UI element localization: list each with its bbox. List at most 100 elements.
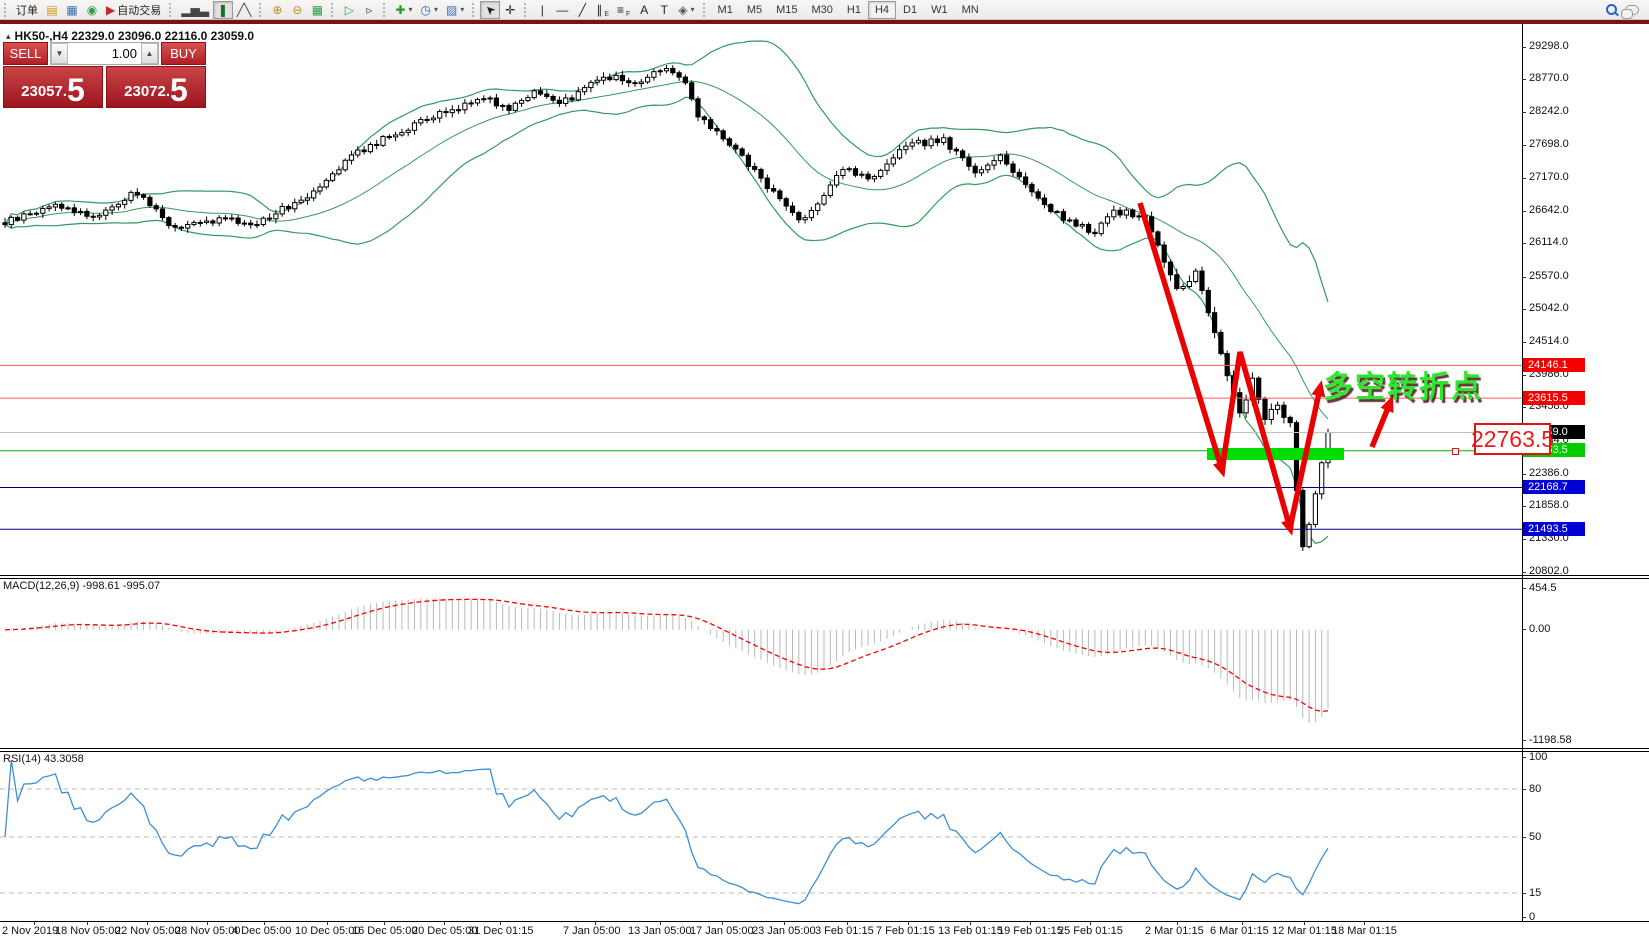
price-tick <box>1522 178 1526 179</box>
price-tick <box>1522 145 1526 146</box>
price-tick <box>1522 375 1526 376</box>
panel-divider[interactable] <box>0 748 1649 749</box>
price-axis-border <box>1522 24 1523 921</box>
time-axis-label: 13 Jan 05:00 <box>628 925 692 937</box>
time-tick <box>384 921 385 925</box>
time-tick <box>207 921 208 925</box>
time-axis-label: 7 Feb 01:15 <box>876 925 935 937</box>
price-tick-label: 20802.0 <box>1529 565 1569 577</box>
price-tick <box>1522 474 1526 475</box>
price-tick <box>1522 47 1526 48</box>
time-axis-label: 13 Feb 01:15 <box>938 925 1003 937</box>
price-tick-label: 28242.0 <box>1529 105 1569 117</box>
time-axis-label: 7 Jan 05:00 <box>563 925 621 937</box>
macd-tick <box>1522 740 1526 741</box>
buy-price[interactable]: 23072 . 5 <box>106 66 206 108</box>
time-axis-label: 18 Nov 05:00 <box>55 925 120 937</box>
volume-value[interactable]: 1.00 <box>68 43 141 64</box>
time-tick <box>970 921 971 925</box>
time-axis-label: 28 Nov 05:00 <box>175 925 240 937</box>
rsi-tick <box>1522 917 1526 918</box>
time-axis-label: 17 Jan 05:00 <box>690 925 754 937</box>
one-click-trade-widget: SELL ▼ 1.00 ▲ BUY 23057 . 5 23072 . 5 <box>3 42 206 108</box>
rsi-tick-label: 80 <box>1529 783 1541 795</box>
time-tick <box>784 921 785 925</box>
sell-price[interactable]: 23057 . 5 <box>3 66 103 108</box>
time-tick <box>500 921 501 925</box>
time-tick <box>722 921 723 925</box>
panel-divider[interactable] <box>0 751 1649 752</box>
time-axis-label: 16 Dec 05:00 <box>352 925 417 937</box>
sell-button[interactable]: SELL <box>3 42 48 65</box>
macd-tick <box>1522 588 1526 589</box>
price-tick-label: 29298.0 <box>1529 40 1569 52</box>
macd-tick <box>1522 629 1526 630</box>
macd-indicator-label: MACD(12,26,9) -998.61 -995.07 <box>3 580 160 592</box>
rsi-tick-label: 0 <box>1529 911 1535 923</box>
price-tick-label: 26642.0 <box>1529 204 1569 216</box>
price-tick <box>1522 506 1526 507</box>
price-tick-label: 21858.0 <box>1529 499 1569 511</box>
price-tick-label: 22386.0 <box>1529 467 1569 479</box>
time-tick <box>147 921 148 925</box>
price-level-box-anchor[interactable] <box>1452 448 1459 455</box>
rsi-indicator-label: RSI(14) 43.3058 <box>3 753 84 765</box>
volume-increase-button[interactable]: ▲ <box>141 43 158 64</box>
time-tick <box>1177 921 1178 925</box>
price-tick-label: 27170.0 <box>1529 171 1569 183</box>
sell-price-pip: 5 <box>67 75 85 105</box>
time-tick <box>660 921 661 925</box>
macd-tick-label: 0.00 <box>1529 623 1550 635</box>
chart-title-text: HK50-,H4 22329.0 23096.0 22116.0 23059.0 <box>15 29 255 43</box>
buy-price-main: 23072 <box>124 79 166 105</box>
time-tick <box>1304 921 1305 925</box>
time-tick <box>908 921 909 925</box>
volume-decrease-button[interactable]: ▼ <box>51 43 68 64</box>
rsi-tick <box>1522 837 1526 838</box>
rsi-tick <box>1522 893 1526 894</box>
time-axis-label: 23 Jan 05:00 <box>752 925 816 937</box>
buy-price-pip: 5 <box>170 75 188 105</box>
price-tick-label: 25570.0 <box>1529 270 1569 282</box>
buy-button[interactable]: BUY <box>161 42 206 65</box>
time-tick <box>1242 921 1243 925</box>
panel-divider[interactable] <box>0 578 1649 579</box>
price-level-box[interactable]: 22763.5 <box>1474 423 1551 455</box>
time-axis-label: 4 Dec 05:00 <box>232 925 291 937</box>
price-tick <box>1522 112 1526 113</box>
price-tick <box>1522 539 1526 540</box>
chart-graphics <box>0 0 1649 939</box>
time-tick <box>264 921 265 925</box>
price-tick-label: 26114.0 <box>1529 236 1568 248</box>
time-axis-label: 25 Feb 01:15 <box>1058 925 1123 937</box>
price-tick-label: 27698.0 <box>1529 138 1569 150</box>
rsi-tick-label: 50 <box>1529 831 1541 843</box>
time-tick <box>595 921 596 925</box>
price-tick <box>1522 572 1526 573</box>
price-tick <box>1522 342 1526 343</box>
time-axis-label: 2 Nov 2019 <box>2 925 58 937</box>
sell-price-main: 23057 <box>21 79 63 105</box>
macd-tick-label: 454.5 <box>1529 582 1557 594</box>
price-level-label: 22168.7 <box>1523 480 1585 494</box>
time-axis-label: 19 Feb 01:15 <box>998 925 1063 937</box>
turning-point-annotation: 多空转折点 <box>1323 362 1483 406</box>
time-axis-label: 18 Mar 01:15 <box>1332 925 1397 937</box>
time-tick <box>34 921 35 925</box>
price-tick <box>1522 243 1526 244</box>
time-axis-label: 31 Dec 01:15 <box>468 925 533 937</box>
panel-divider[interactable] <box>0 575 1649 576</box>
time-tick <box>1090 921 1091 925</box>
rsi-tick <box>1522 757 1526 758</box>
time-axis-label: 6 Mar 01:15 <box>1210 925 1269 937</box>
time-axis-label: 12 Mar 01:15 <box>1272 925 1337 937</box>
time-axis-label: 2 Mar 01:15 <box>1145 925 1204 937</box>
time-tick <box>444 921 445 925</box>
price-tick <box>1522 407 1526 408</box>
price-tick <box>1522 309 1526 310</box>
time-axis-label: 22 Nov 05:00 <box>115 925 180 937</box>
price-tick-label: 24514.0 <box>1529 335 1569 347</box>
rsi-tick-label: 15 <box>1529 887 1541 899</box>
rsi-tick <box>1522 789 1526 790</box>
time-tick <box>1030 921 1031 925</box>
